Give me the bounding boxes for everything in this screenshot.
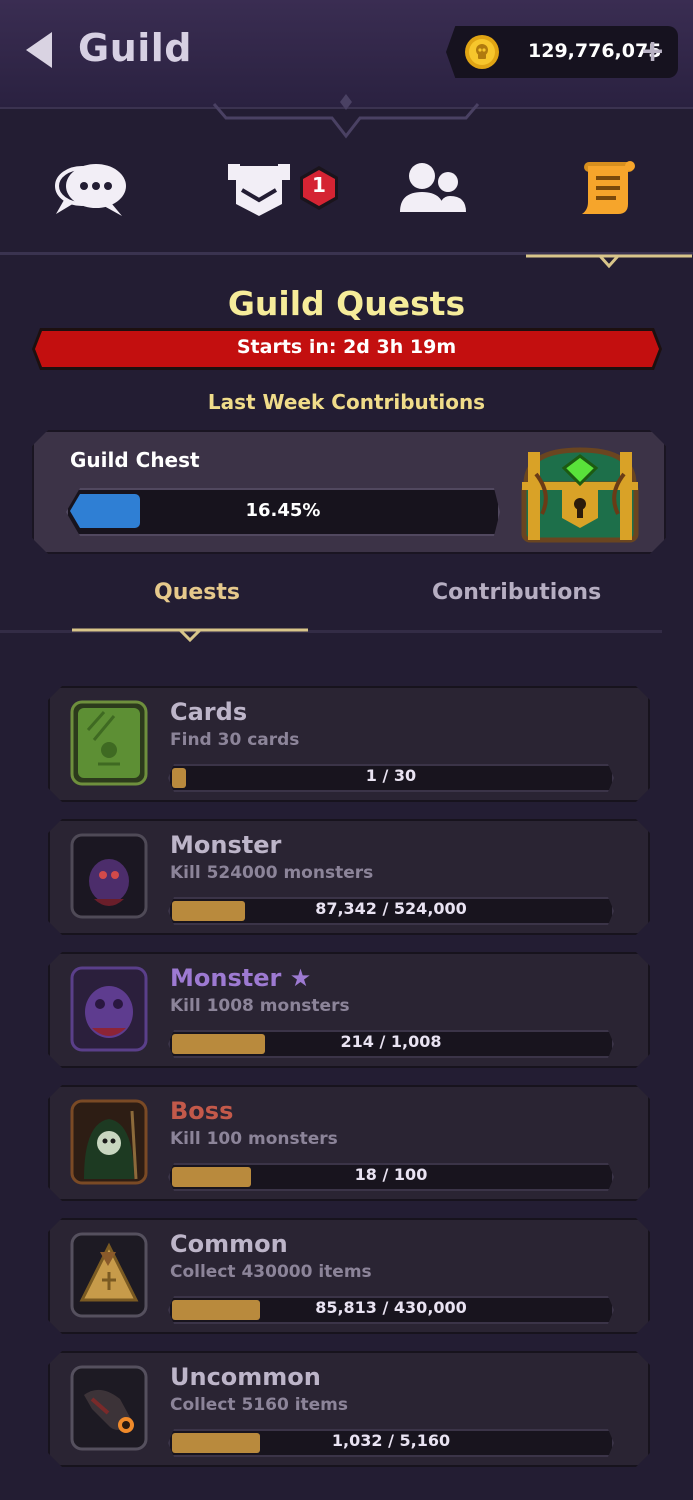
chat-icon[interactable]: [52, 160, 130, 220]
quest-description: Kill 524000 monsters: [170, 863, 374, 883]
quest-description: Collect 430000 items: [170, 1262, 372, 1282]
epic-monster-icon: [70, 966, 148, 1052]
treasure-chest-icon[interactable]: [512, 444, 648, 548]
boss-icon: [70, 1099, 148, 1185]
active-tab-indicator: [526, 254, 692, 269]
quest-description: Kill 1008 monsters: [170, 996, 350, 1016]
common-item-icon: [70, 1232, 148, 1318]
timer-text: Starts in: 2d 3h 19m: [236, 336, 457, 358]
page-title: Guild: [78, 26, 192, 70]
header-ornament: [0, 94, 693, 139]
quest-card-uncommon[interactable]: Uncommon Collect 5160 items 1,032 / 5,16…: [48, 1351, 650, 1467]
quest-description: Kill 100 monsters: [170, 1129, 338, 1149]
monster-icon: [70, 833, 148, 919]
add-coins-button[interactable]: +: [640, 34, 665, 69]
quest-card-epic-monster[interactable]: Monster ★ Kill 1008 monsters 214 / 1,008: [48, 952, 650, 1068]
quest-name: Monster: [170, 831, 282, 859]
members-icon[interactable]: [398, 160, 468, 216]
star-icon: ★: [289, 964, 312, 992]
quest-name: Uncommon: [170, 1363, 321, 1391]
tab-contributions[interactable]: Contributions: [432, 580, 601, 605]
uncommon-item-icon: [70, 1365, 148, 1451]
notification-badge: 1: [296, 165, 342, 211]
quest-card-common[interactable]: Common Collect 430000 items 85,813 / 430…: [48, 1218, 650, 1334]
card-icon: [70, 700, 148, 786]
currency-display: 129,776,075 +: [446, 26, 678, 78]
quest-progress-text: 1,032 / 5,160: [331, 1431, 451, 1450]
contributions-heading: Last Week Contributions: [207, 390, 486, 414]
back-button[interactable]: [22, 30, 58, 70]
quest-name: Cards: [170, 698, 248, 726]
coin-icon: [465, 35, 499, 69]
guild-tab-bar: [0, 150, 693, 260]
tab-quests[interactable]: Quests: [154, 580, 240, 605]
quest-progress-text: 18 / 100: [354, 1165, 428, 1184]
quest-name: Common: [170, 1230, 288, 1258]
quest-name: Boss: [170, 1097, 234, 1125]
banner-icon[interactable]: [226, 160, 292, 220]
quest-progress-text: 85,813 / 430,000: [315, 1298, 467, 1317]
quest-card-monster[interactable]: Monster Kill 524000 monsters 87,342 / 52…: [48, 819, 650, 935]
quest-description: Collect 5160 items: [170, 1395, 349, 1415]
quest-description: Find 30 cards: [170, 730, 300, 750]
scroll-icon[interactable]: [574, 160, 638, 218]
section-title: Guild Quests: [227, 284, 466, 323]
quest-progress-text: 214 / 1,008: [340, 1032, 442, 1051]
guild-chest-label: Guild Chest: [70, 448, 200, 472]
quest-card-boss[interactable]: Boss Kill 100 monsters 18 / 100: [48, 1085, 650, 1201]
quest-progress-text: 87,342 / 524,000: [315, 899, 467, 918]
quest-name: Monster ★: [170, 964, 312, 992]
quest-progress-text: 1 / 30: [365, 766, 417, 785]
list-tab-active-indicator: [72, 628, 308, 643]
guild-chest-progress-text: 16.45%: [245, 500, 321, 521]
notification-count: 1: [312, 173, 326, 197]
quest-card-cards[interactable]: Cards Find 30 cards 1 / 30: [48, 686, 650, 802]
